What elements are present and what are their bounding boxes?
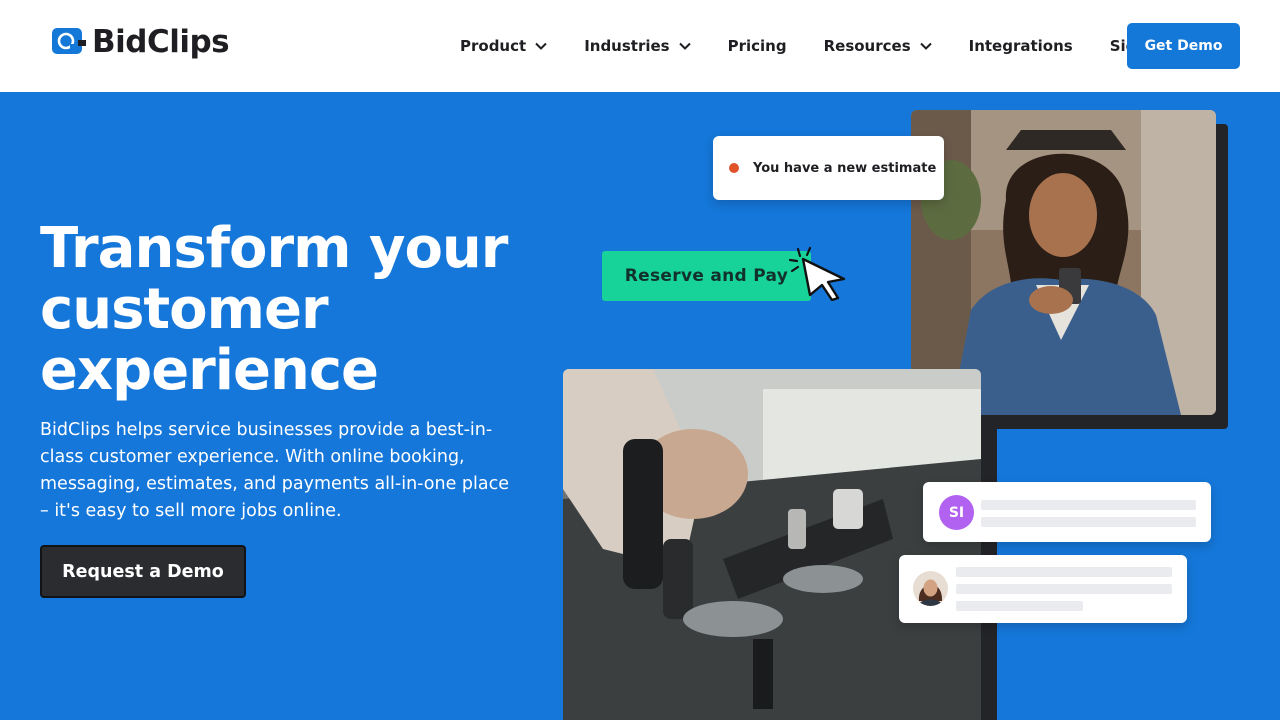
- hero-title-line: Transform your: [40, 216, 508, 281]
- hero-title: Transform your customer experience: [40, 218, 520, 401]
- site-header: BidClips Product Industries Pricing Reso…: [0, 0, 1280, 92]
- get-demo-button[interactable]: Get Demo: [1127, 23, 1240, 69]
- text-placeholder-line: [956, 584, 1172, 594]
- windshield-repair-photo: [563, 369, 981, 720]
- hero-section: Transform your customer experience BidCl…: [0, 92, 1280, 720]
- nav-item-label: Resources: [823, 37, 911, 55]
- notification-text: You have a new estimate: [753, 160, 937, 176]
- nav-item-integrations[interactable]: Integrations: [969, 37, 1073, 55]
- avatar: SI: [939, 495, 974, 530]
- brand-logo[interactable]: BidClips: [52, 22, 230, 62]
- text-placeholder-line: [956, 567, 1172, 577]
- text-placeholder-line: [981, 517, 1196, 527]
- text-placeholder-line: [981, 500, 1196, 510]
- nav-item-pricing[interactable]: Pricing: [728, 37, 787, 55]
- chevron-down-icon: [919, 42, 932, 50]
- reserve-and-pay-button[interactable]: Reserve and Pay: [602, 251, 811, 301]
- avatar: [913, 571, 948, 606]
- nav-item-label: Product: [460, 37, 527, 55]
- estimate-notification: You have a new estimate: [713, 136, 944, 200]
- nav-item-label: Industries: [584, 37, 670, 55]
- nav-item-label: Pricing: [727, 37, 787, 55]
- chat-message-card: SI: [923, 482, 1211, 542]
- chat-bubble-icon: [52, 28, 86, 54]
- chevron-down-icon: [678, 42, 691, 50]
- status-dot: [729, 163, 739, 173]
- nav-item-resources[interactable]: Resources: [824, 37, 932, 55]
- request-demo-button[interactable]: Request a Demo: [40, 545, 246, 598]
- text-placeholder-line: [956, 601, 1083, 611]
- hero-title-line: customer: [40, 277, 329, 342]
- brand-name: BidClips: [92, 24, 230, 60]
- main-nav: Product Industries Pricing Resources Int…: [460, 22, 1169, 70]
- mouse-cursor-icon: [788, 246, 846, 301]
- chat-message-card: [899, 555, 1187, 623]
- hero-title-line: experience: [40, 338, 379, 403]
- nav-item-product[interactable]: Product: [460, 37, 547, 55]
- chevron-down-icon: [535, 42, 547, 50]
- nav-item-label: Integrations: [968, 37, 1073, 55]
- hero-description: BidClips helps service businesses provid…: [40, 420, 510, 521]
- nav-item-industries[interactable]: Industries: [584, 37, 691, 55]
